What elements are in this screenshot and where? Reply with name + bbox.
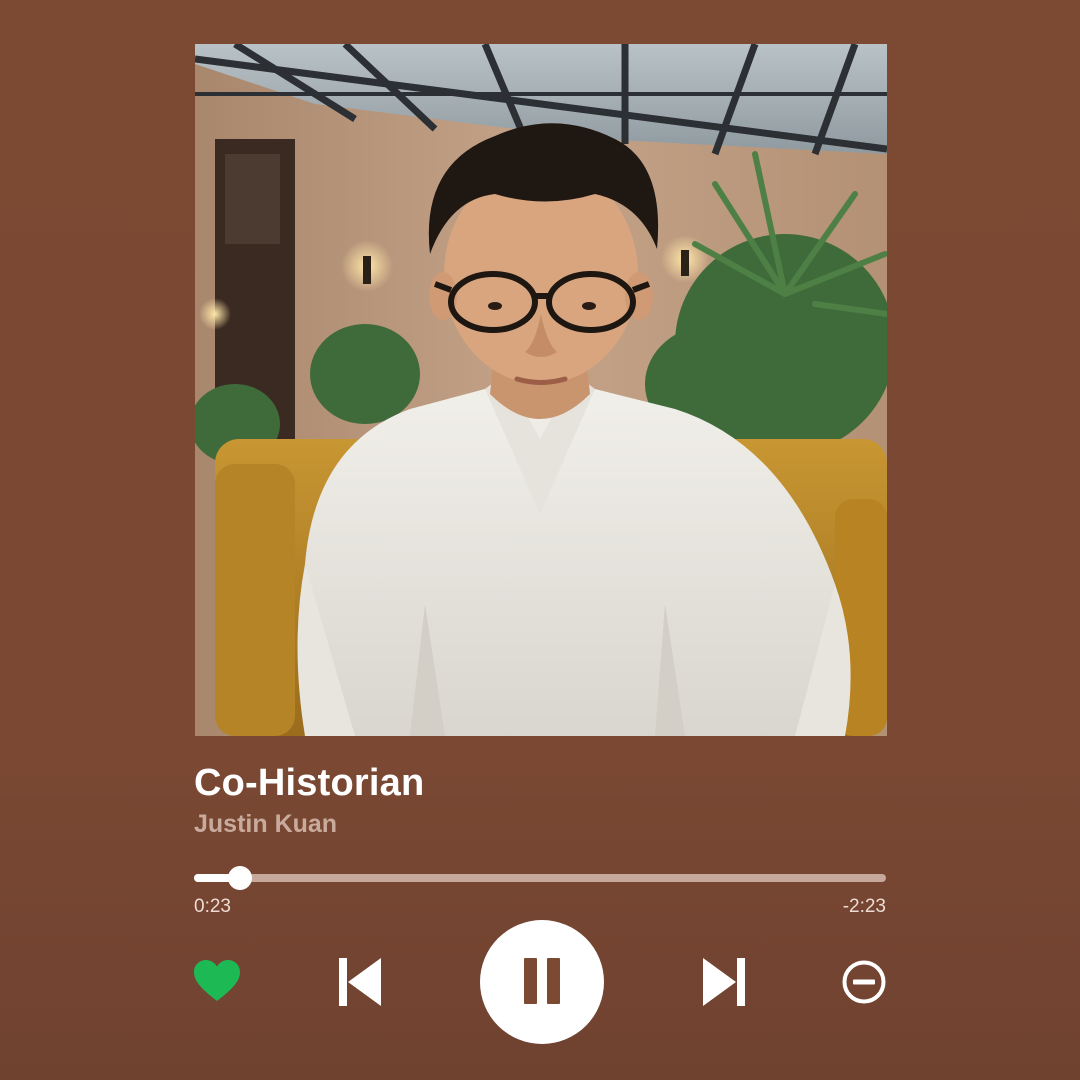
progress-bar[interactable] xyxy=(194,866,886,890)
previous-track-button[interactable] xyxy=(337,955,383,1009)
like-button[interactable] xyxy=(193,959,241,1003)
skip-next-icon xyxy=(703,958,745,1006)
pause-bar-right xyxy=(547,958,560,1004)
artist-name[interactable]: Justin Kuan xyxy=(194,810,337,839)
heart-icon xyxy=(194,960,240,1001)
track-title: Co-Historian xyxy=(194,762,425,804)
pause-bar-left xyxy=(524,958,537,1004)
elapsed-time: 0:23 xyxy=(194,896,231,917)
progress-track[interactable] xyxy=(194,874,886,882)
remove-circle-icon xyxy=(842,960,886,1004)
remaining-time: -2:23 xyxy=(842,896,886,917)
next-track-button[interactable] xyxy=(701,955,747,1009)
skip-previous-icon xyxy=(339,958,381,1006)
album-art xyxy=(195,44,887,736)
pause-button[interactable] xyxy=(480,920,604,1044)
remove-button[interactable] xyxy=(841,959,887,1005)
progress-scrubber-handle[interactable] xyxy=(228,866,253,890)
